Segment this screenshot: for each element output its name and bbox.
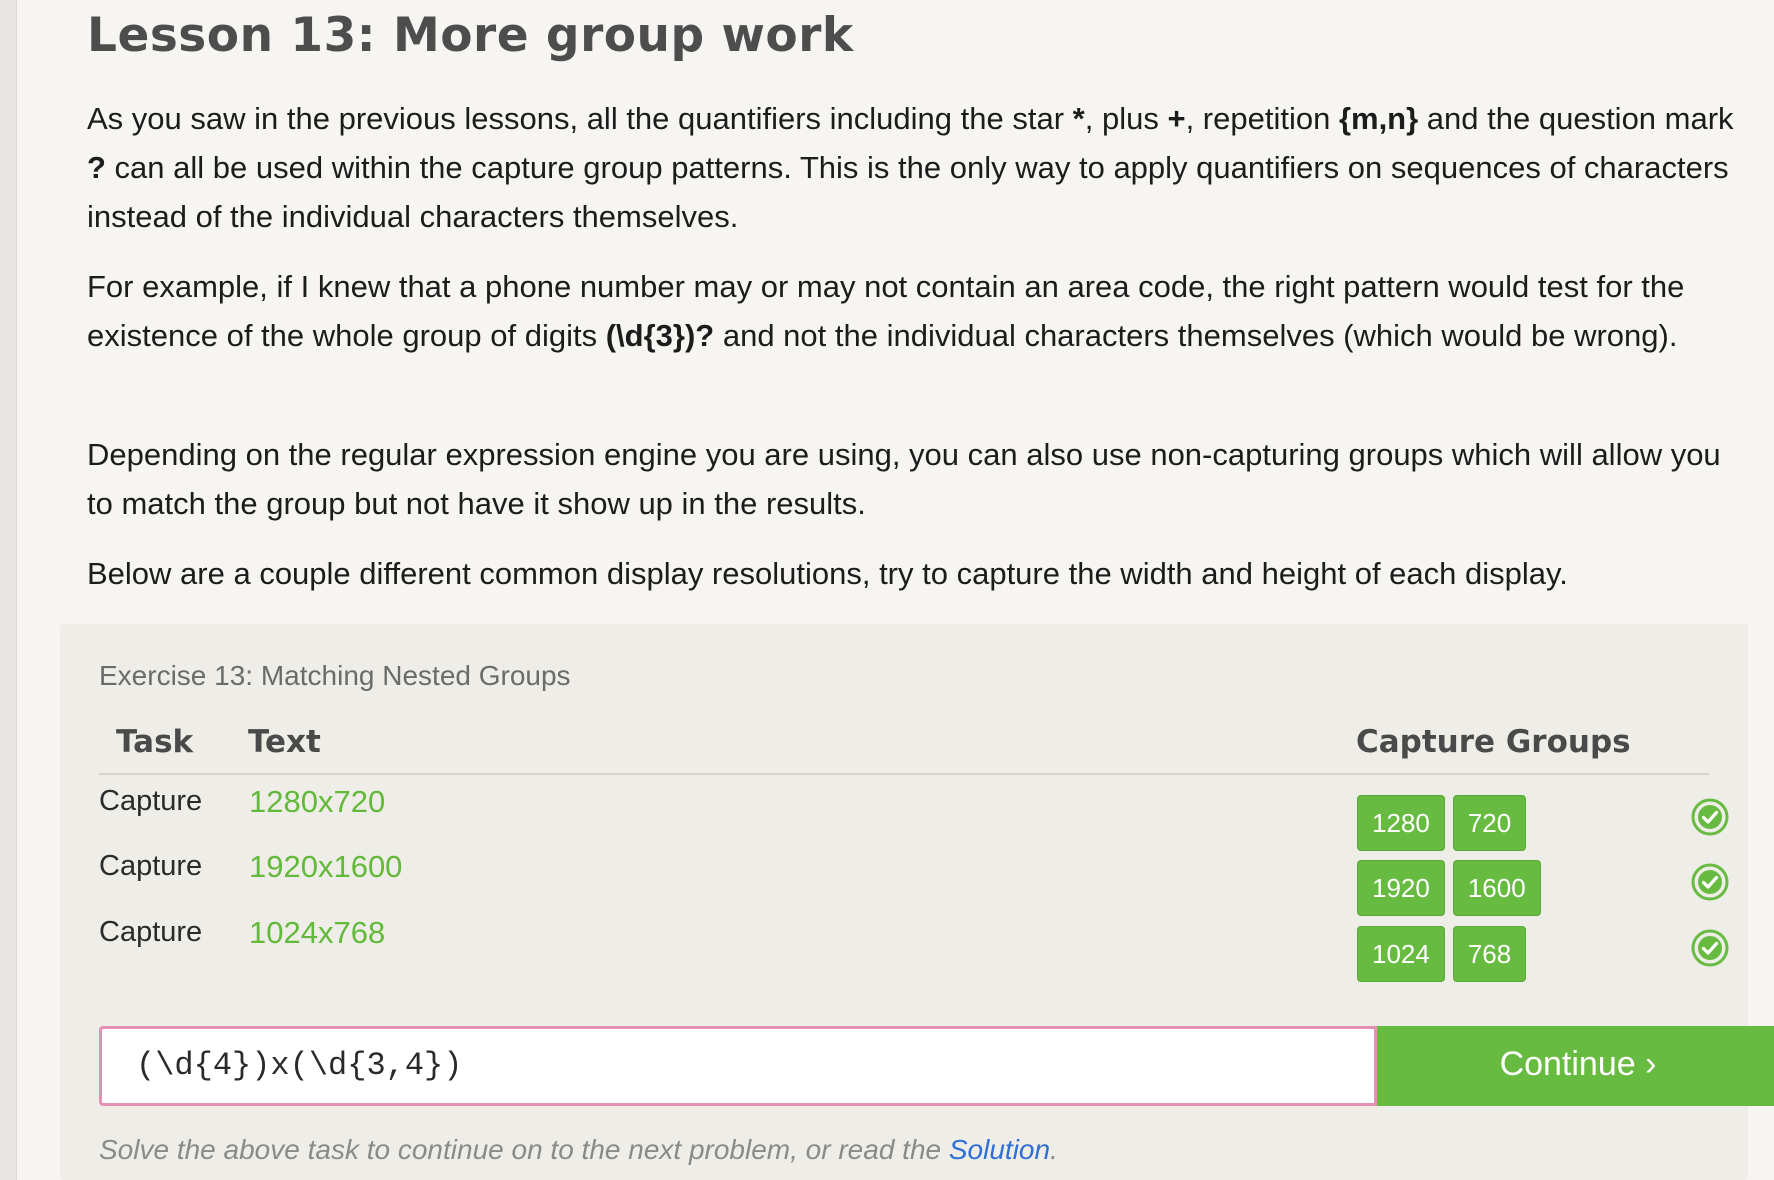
- check-circle-icon: [1691, 798, 1729, 836]
- task-label: Capture: [99, 850, 203, 882]
- plus-token: +: [1167, 101, 1186, 136]
- lesson-paragraph-3: Depending on the regular expression engi…: [87, 437, 1721, 521]
- text-span: and the question mark: [1418, 101, 1734, 136]
- exercise-panel: Exercise 13: Matching Nested Groups Task…: [60, 624, 1774, 1180]
- text-span: and not the individual characters themse…: [714, 318, 1678, 353]
- capture-group-chip: 768: [1452, 926, 1527, 982]
- regex-input[interactable]: (\d{4})x(\d{3,4}): [99, 1026, 1377, 1106]
- table-row: Capture 1920x1600 1920 1600: [99, 844, 1729, 916]
- capture-group-chip: 1600: [1452, 860, 1541, 916]
- text-span: As you saw in the previous lessons, all …: [87, 101, 1073, 136]
- window-edge: [0, 0, 17, 1180]
- text-span: , repetition: [1185, 101, 1339, 136]
- footer-period: .: [1050, 1134, 1058, 1165]
- task-label: Capture: [99, 916, 203, 948]
- check-circle-icon: [1691, 929, 1729, 967]
- column-header-task: Task: [116, 724, 194, 760]
- page-title: Lesson 13: More group work: [87, 8, 854, 63]
- footer-text: Solve the above task to continue on to t…: [99, 1134, 949, 1165]
- capture-group-chip: 720: [1452, 795, 1527, 851]
- text-span: , plus: [1084, 101, 1168, 136]
- text-span: can all be used within the capture group…: [87, 150, 1729, 234]
- lesson-page: Lesson 13: More group work As you saw in…: [17, 0, 1774, 1180]
- check-circle-icon: [1691, 863, 1729, 901]
- column-header-capture-groups: Capture Groups: [1356, 724, 1631, 760]
- exercise-title: Exercise 13: Matching Nested Groups: [99, 660, 571, 691]
- header-divider: [99, 773, 1709, 775]
- continue-button[interactable]: Continue ›: [1377, 1026, 1774, 1106]
- capture-group-chip: 1280: [1357, 795, 1445, 851]
- star-token: *: [1072, 101, 1085, 136]
- solution-link[interactable]: Solution: [949, 1134, 1050, 1165]
- column-header-text: Text: [248, 724, 321, 760]
- lesson-paragraph-1: As you saw in the previous lessons, all …: [87, 94, 1747, 241]
- lesson-paragraph-4: Below are a couple different common disp…: [87, 556, 1568, 591]
- question-token: ?: [87, 150, 106, 185]
- repetition-token: {m,n}: [1338, 101, 1419, 136]
- task-label: Capture: [99, 785, 203, 817]
- lesson-paragraph-2: For example, if I knew that a phone numb…: [87, 262, 1747, 360]
- pattern-token: (\d{3})?: [605, 318, 715, 353]
- capture-groups: 1280 720: [1357, 795, 1527, 851]
- match-text: 1280x720: [249, 784, 386, 819]
- table-row: Capture 1024x768 1024 768: [99, 910, 1729, 982]
- capture-group-chip: 1920: [1357, 860, 1445, 916]
- capture-groups: 1920 1600: [1357, 860, 1541, 916]
- capture-group-chip: 1024: [1357, 926, 1445, 982]
- table-row: Capture 1280x720 1280 720: [99, 779, 1729, 851]
- capture-groups: 1024 768: [1357, 926, 1527, 982]
- footer-hint: Solve the above task to continue on to t…: [99, 1134, 1058, 1166]
- match-text: 1920x1600: [249, 849, 403, 884]
- match-text: 1024x768: [249, 915, 386, 950]
